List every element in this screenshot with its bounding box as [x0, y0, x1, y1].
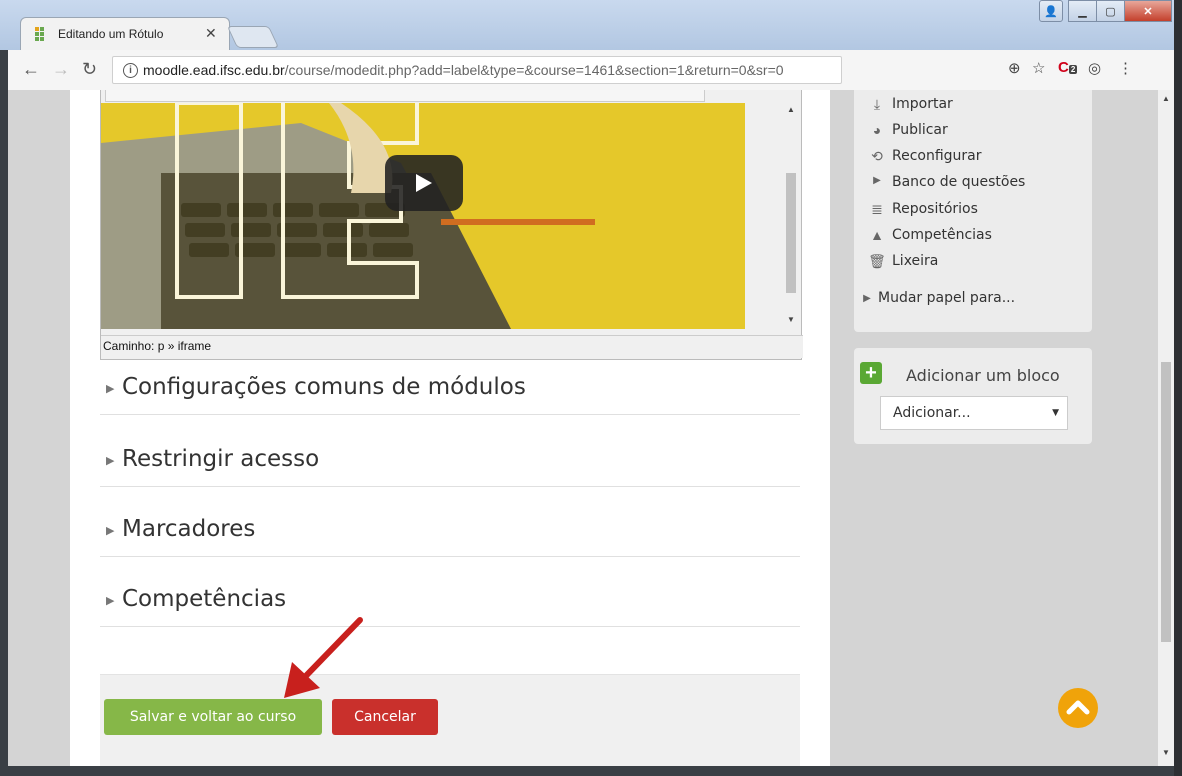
tab-close-icon[interactable]: ✕ [205, 25, 217, 42]
desktop-edge [1174, 0, 1182, 776]
moodle-favicon-icon [35, 27, 44, 41]
section-label: Restringir acesso [122, 446, 320, 472]
section-tags[interactable]: ▶ Marcadores [100, 508, 800, 557]
url-host: moodle.ead.ifsc.edu.br [143, 62, 285, 78]
expand-triangle-icon: ▶ [106, 455, 115, 467]
administration-block: ⤓ Importar ◕ Publicar ⟲ Reconfigurar ▶ B… [854, 90, 1092, 332]
admin-item-recycle-bin[interactable]: Lixeira [892, 253, 938, 269]
page-scrollbar[interactable]: ▲ ▼ [1158, 90, 1174, 766]
play-button[interactable] [385, 155, 463, 211]
annotation-arrow-icon [284, 617, 363, 698]
globe-icon: ◕ [872, 122, 882, 138]
database-icon: ≣ [871, 201, 883, 217]
tab-title: Editando um Rótulo [58, 27, 164, 41]
add-block-panel: + Adicionar um bloco Adicionar... ▼ [854, 348, 1092, 444]
scroll-up-icon[interactable]: ▲ [787, 105, 795, 114]
address-bar[interactable]: i moodle.ead.ifsc.edu.br/course/modedit.… [112, 56, 842, 84]
close-window-button[interactable]: ✕ [1124, 0, 1172, 22]
admin-item-reset[interactable]: Reconfigurar [892, 148, 982, 164]
section-competencies[interactable]: ▶ Competências [100, 578, 800, 627]
extension-badge: 2 [1068, 65, 1078, 74]
right-sidebar: ⤓ Importar ◕ Publicar ⟲ Reconfigurar ▶ B… [830, 90, 1166, 766]
forward-arrow-icon[interactable]: → [52, 59, 70, 80]
admin-item-question-bank[interactable]: Banco de questões [892, 174, 1025, 190]
editor-scroll-thumb[interactable] [786, 173, 796, 293]
browser-toolbar: ← → ↻ i moodle.ead.ifsc.edu.br/course/mo… [8, 50, 1174, 91]
url-text: moodle.ead.ifsc.edu.br/course/modedit.ph… [143, 57, 784, 83]
embedded-video[interactable] [101, 103, 745, 329]
scroll-down-icon[interactable]: ▼ [1162, 748, 1170, 757]
info-icon[interactable]: i [123, 63, 138, 78]
import-icon: ⤓ [873, 96, 881, 112]
scroll-up-icon[interactable]: ▲ [1162, 94, 1170, 103]
editor-path: Caminho: p » iframe [101, 335, 803, 358]
form-footer: Salvar e voltar ao curso Cancelar [100, 674, 800, 766]
back-arrow-icon[interactable]: ← [22, 59, 40, 80]
admin-item-import[interactable]: Importar [892, 96, 953, 112]
back-to-top-button[interactable] [1058, 688, 1098, 728]
new-tab-button[interactable] [226, 26, 280, 48]
editor-scrollbar[interactable]: ▲ ▼ [783, 103, 799, 329]
section-common-settings[interactable]: ▶ Configurações comuns de módulos [100, 366, 800, 415]
user-profile-icon[interactable]: 👤 [1039, 0, 1063, 22]
triangle-right-icon: ▶ [873, 175, 881, 186]
expand-triangle-icon: ▶ [106, 525, 115, 537]
add-plus-icon: + [860, 362, 882, 384]
admin-item-competencies[interactable]: Competências [892, 227, 992, 243]
section-label: Competências [122, 586, 287, 612]
zoom-icon[interactable]: ⊕ [1008, 59, 1021, 77]
minimize-button[interactable]: ▁ [1068, 0, 1097, 22]
url-path: /course/modedit.php?add=label&type=&cour… [284, 62, 784, 78]
expand-triangle-icon: ▶ [106, 383, 115, 395]
scroll-down-icon[interactable]: ▼ [787, 315, 795, 324]
extension-spiral-icon[interactable]: ◎ [1088, 59, 1101, 77]
bookmark-star-icon[interactable]: ☆ [1032, 59, 1045, 77]
chevron-up-icon [1066, 700, 1090, 715]
page-scroll-thumb[interactable] [1161, 362, 1171, 642]
window-controls: 👤 ▁ ▢ ✕ [1039, 0, 1172, 22]
editor-toolbar[interactable] [105, 90, 705, 102]
menu-dots-icon[interactable]: ⋮ [1118, 59, 1133, 77]
extension-icon[interactable]: C2 [1058, 59, 1078, 76]
reset-icon: ⟲ [871, 148, 883, 164]
video-thumbnail [101, 103, 745, 329]
cancel-button[interactable]: Cancelar [332, 699, 438, 735]
competency-icon: ▲ [870, 227, 884, 243]
browser-titlebar: Editando um Rótulo ✕ 👤 ▁ ▢ ✕ [0, 0, 1182, 51]
dropdown-caret-icon: ▼ [1052, 408, 1059, 418]
section-label: Marcadores [122, 516, 256, 542]
play-icon [416, 174, 432, 192]
reload-icon[interactable]: ↻ [82, 59, 97, 80]
save-and-return-button[interactable]: Salvar e voltar ao curso [104, 699, 322, 735]
add-block-select-value: Adicionar... [893, 405, 971, 421]
switch-role-link[interactable]: Mudar papel para... [878, 290, 1015, 306]
html-editor[interactable]: ▲ ▼ Caminho: p » iframe [100, 90, 803, 360]
expand-triangle-icon: ▶ [106, 595, 115, 607]
add-block-select[interactable]: Adicionar... ▼ [880, 396, 1068, 430]
browser-tab[interactable]: Editando um Rótulo ✕ [20, 17, 230, 51]
triangle-right-icon: ▶ [863, 293, 871, 304]
maximize-button[interactable]: ▢ [1096, 0, 1125, 22]
admin-item-publish[interactable]: Publicar [892, 122, 948, 138]
left-gutter [8, 90, 70, 766]
main-content: ▲ ▼ Caminho: p » iframe ▶ Configurações … [70, 90, 830, 766]
page-viewport: ▲ ▼ Caminho: p » iframe ▶ Configurações … [8, 90, 1166, 766]
section-label: Configurações comuns de módulos [122, 374, 526, 400]
add-block-title: Adicionar um bloco [906, 366, 1060, 385]
section-restrict-access[interactable]: ▶ Restringir acesso [100, 438, 800, 487]
admin-item-repositories[interactable]: Repositórios [892, 201, 978, 217]
trash-icon: 🗑 [868, 253, 886, 269]
